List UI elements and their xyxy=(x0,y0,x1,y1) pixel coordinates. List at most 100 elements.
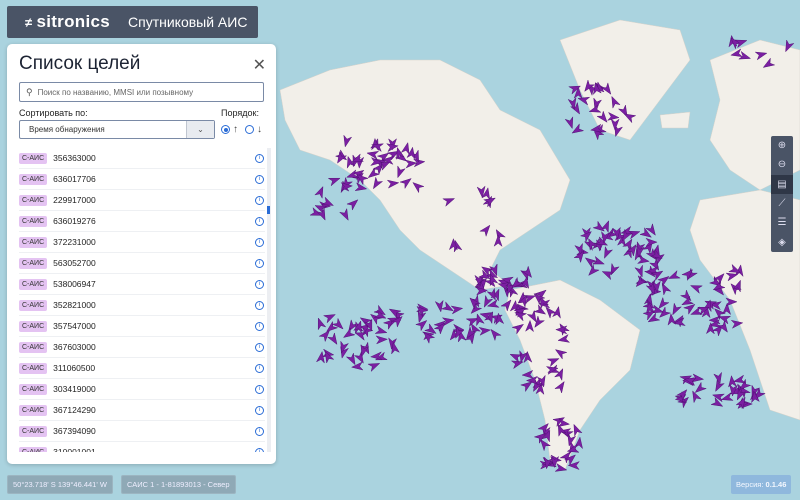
list-item[interactable]: С-АИС 352821000 i xyxy=(19,295,265,316)
vessel-marker[interactable] xyxy=(341,327,356,341)
mmsi: 367394090 xyxy=(53,426,96,436)
list-icon[interactable]: ▤ xyxy=(771,174,793,194)
source-badge: С-АИС xyxy=(19,320,48,332)
list-item[interactable]: С-АИС 538006947 i xyxy=(19,274,265,295)
vessel-marker[interactable] xyxy=(367,360,381,373)
mmsi: 367124290 xyxy=(53,405,96,415)
source-badge: С-АИС xyxy=(19,215,48,227)
order-desc-radio[interactable] xyxy=(245,125,254,134)
filter-icon[interactable]: ☰ xyxy=(771,213,793,232)
list-item[interactable]: С-АИС 303419000 i xyxy=(19,379,265,400)
vessel-marker[interactable] xyxy=(591,255,606,268)
chevron-down-icon[interactable]: ⌄ xyxy=(186,121,214,138)
info-icon[interactable]: i xyxy=(255,447,264,452)
sort-select[interactable]: Время обнаружения ⌄ xyxy=(19,120,215,139)
order-group: ↑ ↓ xyxy=(221,124,262,135)
vessel-marker[interactable] xyxy=(586,263,600,279)
vessel-marker[interactable] xyxy=(659,282,672,296)
source-badge: С-АИС xyxy=(19,173,48,185)
vessel-marker[interactable] xyxy=(351,361,364,371)
app-title: Спутниковый АИС xyxy=(128,14,248,30)
info-icon[interactable]: i xyxy=(255,321,264,331)
source-badge: С-АИС xyxy=(19,446,48,452)
close-icon[interactable]: ✕ xyxy=(253,55,266,75)
mmsi: 636017706 xyxy=(53,174,96,184)
list-item[interactable]: С-АИС 372231000 i xyxy=(19,232,265,253)
ruler-icon[interactable]: ⟋ xyxy=(771,194,793,213)
source-badge: С-АИС xyxy=(19,341,48,353)
list-item[interactable]: С-АИС 367394090 i xyxy=(19,421,265,442)
scrollbar-thumb[interactable] xyxy=(267,206,270,214)
info-icon[interactable]: i xyxy=(255,195,264,205)
vessel-marker[interactable] xyxy=(564,116,576,130)
info-icon[interactable]: i xyxy=(255,342,264,352)
info-icon[interactable]: i xyxy=(255,363,264,373)
vessel-marker[interactable] xyxy=(657,273,672,287)
info-icon[interactable]: i xyxy=(255,216,264,226)
info-icon[interactable]: i xyxy=(255,279,264,289)
info-icon[interactable]: i xyxy=(255,174,264,184)
mmsi: 310001001 xyxy=(53,447,96,452)
targets-list: С-АИС 356363000 i С-АИС 636017706 i С-АИС 22991… xyxy=(19,148,265,452)
info-icon[interactable]: i xyxy=(255,237,264,247)
source-badge: С-АИС xyxy=(19,194,48,206)
search-field[interactable]: ⚲ xyxy=(19,82,264,102)
mmsi: 636019276 xyxy=(53,216,96,226)
info-icon[interactable]: i xyxy=(255,426,264,436)
vessel-marker[interactable] xyxy=(689,282,703,294)
source-badge: С-АИС xyxy=(19,404,48,416)
list-item[interactable]: С-АИС 367603000 i xyxy=(19,337,265,358)
info-icon[interactable]: i xyxy=(255,300,264,310)
arrow-up-icon: ↑ xyxy=(233,124,238,135)
vessel-marker[interactable] xyxy=(601,245,614,260)
list-item[interactable]: С-АИС 356363000 i xyxy=(19,148,265,169)
vessel-marker[interactable] xyxy=(314,185,327,199)
vessel-marker[interactable] xyxy=(327,332,341,347)
search-input[interactable] xyxy=(37,87,258,97)
order-asc-radio[interactable] xyxy=(221,125,230,134)
list-item[interactable]: С-АИС 357547000 i xyxy=(19,316,265,337)
source-badge: С-АИС xyxy=(19,362,48,374)
vessel-marker[interactable] xyxy=(374,325,388,337)
vessel-marker[interactable] xyxy=(322,311,337,324)
vessel-marker[interactable] xyxy=(488,327,502,342)
vessel-marker[interactable] xyxy=(331,317,345,331)
vessel-marker[interactable] xyxy=(327,174,341,187)
vessel-marker[interactable] xyxy=(521,369,534,379)
zoom-out-icon[interactable]: ⊖ xyxy=(771,155,793,174)
vessel-marker[interactable] xyxy=(375,335,388,345)
list-item[interactable]: С-АИС 367124290 i xyxy=(19,400,265,421)
layers-icon[interactable]: ◈ xyxy=(771,232,793,251)
mmsi: 357547000 xyxy=(53,321,96,331)
vessel-marker[interactable] xyxy=(314,317,327,331)
info-icon[interactable]: i xyxy=(255,405,264,415)
vessel-marker[interactable] xyxy=(415,317,430,332)
list-item[interactable]: С-АИС 636017706 i xyxy=(19,169,265,190)
order-label: Порядок: xyxy=(221,108,259,118)
list-item[interactable]: С-АИС 311060500 i xyxy=(19,358,265,379)
list-item[interactable]: С-АИС 563052700 i xyxy=(19,253,265,274)
info-icon[interactable]: i xyxy=(255,153,264,163)
zoom-in-icon[interactable]: ⊕ xyxy=(771,136,793,155)
vessel-marker[interactable] xyxy=(712,391,725,403)
mmsi: 229917000 xyxy=(53,195,96,205)
list-item[interactable]: С-АИС 310001001 i xyxy=(19,442,265,452)
vessel-marker[interactable] xyxy=(339,207,352,222)
source-badge: С-АИС xyxy=(19,299,48,311)
info-icon[interactable]: i xyxy=(255,384,264,394)
mmsi: 356363000 xyxy=(53,153,96,163)
vessel-marker[interactable] xyxy=(583,255,598,269)
map-toolbar: ⊕ ⊖ ▤ ⟋ ☰ ◈ xyxy=(771,136,793,252)
info-icon[interactable]: i xyxy=(255,258,264,268)
list-item[interactable]: С-АИС 636019276 i xyxy=(19,211,265,232)
scrollbar[interactable] xyxy=(267,148,271,452)
vessel-marker[interactable] xyxy=(346,197,361,211)
mmsi: 367603000 xyxy=(53,342,96,352)
vessel-marker[interactable] xyxy=(434,299,445,313)
vessel-marker[interactable] xyxy=(478,326,492,336)
vessel-marker[interactable] xyxy=(315,350,326,364)
mmsi: 538006947 xyxy=(53,279,96,289)
vessel-marker[interactable] xyxy=(712,379,725,393)
list-item[interactable]: С-АИС 229917000 i xyxy=(19,190,265,211)
vessel-marker[interactable] xyxy=(450,304,464,315)
